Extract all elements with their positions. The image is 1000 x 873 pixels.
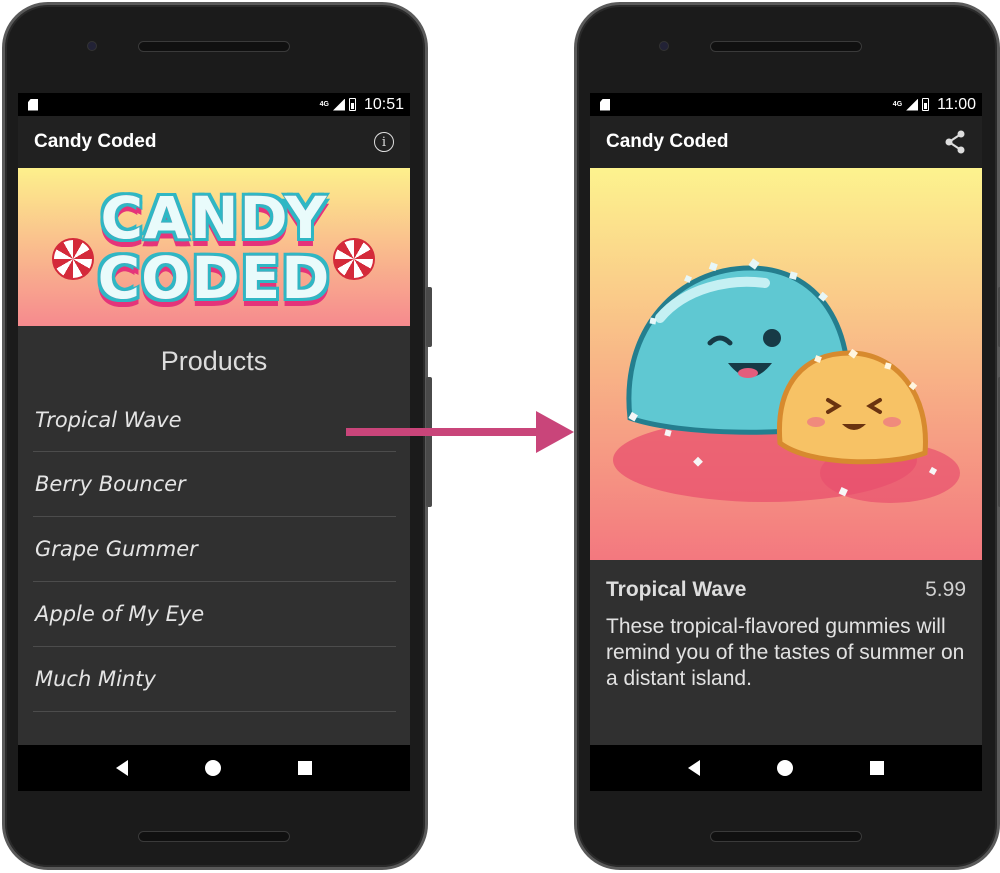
signal-icon	[906, 98, 919, 111]
share-icon[interactable]	[944, 130, 966, 154]
app-title: Candy Coded	[606, 131, 729, 152]
back-icon[interactable]	[688, 760, 701, 776]
status-bar: 4G 10:51	[18, 93, 410, 116]
network-type: 4G	[892, 101, 903, 108]
status-time: 11:00	[937, 95, 976, 113]
app-bar: Candy Coded i	[18, 116, 410, 168]
list-item[interactable]: Tropical Wave	[33, 388, 396, 452]
logo-line-2: CODED	[97, 244, 331, 312]
home-icon[interactable]	[776, 760, 793, 776]
status-time: 10:51	[363, 95, 404, 113]
list-item[interactable]: Berry Bouncer	[33, 452, 396, 517]
status-bar: 4G 11:00	[590, 93, 982, 116]
product-image	[590, 168, 982, 560]
navigation-bar	[18, 745, 410, 791]
battery-icon	[348, 98, 356, 111]
list-item[interactable]: Apple of My Eye	[33, 582, 396, 647]
candy-coded-banner: CANDY CODED	[18, 168, 410, 326]
screen-product-detail: 4G 11:00 Candy Coded Tropical Wave 5.99 …	[590, 93, 982, 791]
sd-card-icon	[28, 98, 38, 111]
navigation-bar	[590, 745, 982, 791]
app-bar: Candy Coded	[590, 116, 982, 168]
home-icon[interactable]	[204, 760, 221, 776]
signal-icon	[332, 98, 345, 111]
product-header-row: Tropical Wave 5.99	[606, 578, 966, 602]
battery-icon	[922, 98, 930, 111]
list-item[interactable]: Grape Gummer	[33, 517, 396, 582]
logo-line-1: CANDY	[100, 184, 328, 252]
list-item[interactable]: Much Minty	[33, 647, 396, 712]
top-speaker	[710, 41, 862, 52]
top-speaker	[138, 41, 290, 52]
bottom-speaker	[138, 831, 290, 842]
camera-icon	[87, 41, 97, 51]
info-icon[interactable]: i	[374, 132, 394, 152]
network-type: 4G	[319, 101, 329, 108]
status-indicators: 4G 11:00	[893, 96, 976, 114]
phone-right: 4G 11:00 Candy Coded Tropical Wave 5.99 …	[574, 2, 1000, 870]
camera-icon	[659, 41, 669, 51]
products-heading: Products	[160, 346, 268, 376]
product-name: Tropical Wave	[606, 578, 747, 601]
app-title: Candy Coded	[34, 131, 157, 152]
product-description: These tropical-flavored gummies will rem…	[606, 615, 965, 690]
gummy-candy-illustration	[613, 258, 960, 503]
recents-icon[interactable]	[297, 761, 312, 775]
status-indicators: 4G 10:51	[320, 96, 404, 114]
bottom-speaker	[710, 831, 862, 842]
product-price: 5.99	[925, 578, 966, 601]
back-icon[interactable]	[116, 760, 129, 776]
recents-icon[interactable]	[869, 761, 884, 775]
navigation-arrow-icon	[346, 411, 574, 453]
product-detail: Tropical Wave 5.99 These tropical-flavor…	[590, 560, 982, 692]
sd-card-icon	[600, 98, 610, 111]
power-button	[426, 287, 432, 347]
